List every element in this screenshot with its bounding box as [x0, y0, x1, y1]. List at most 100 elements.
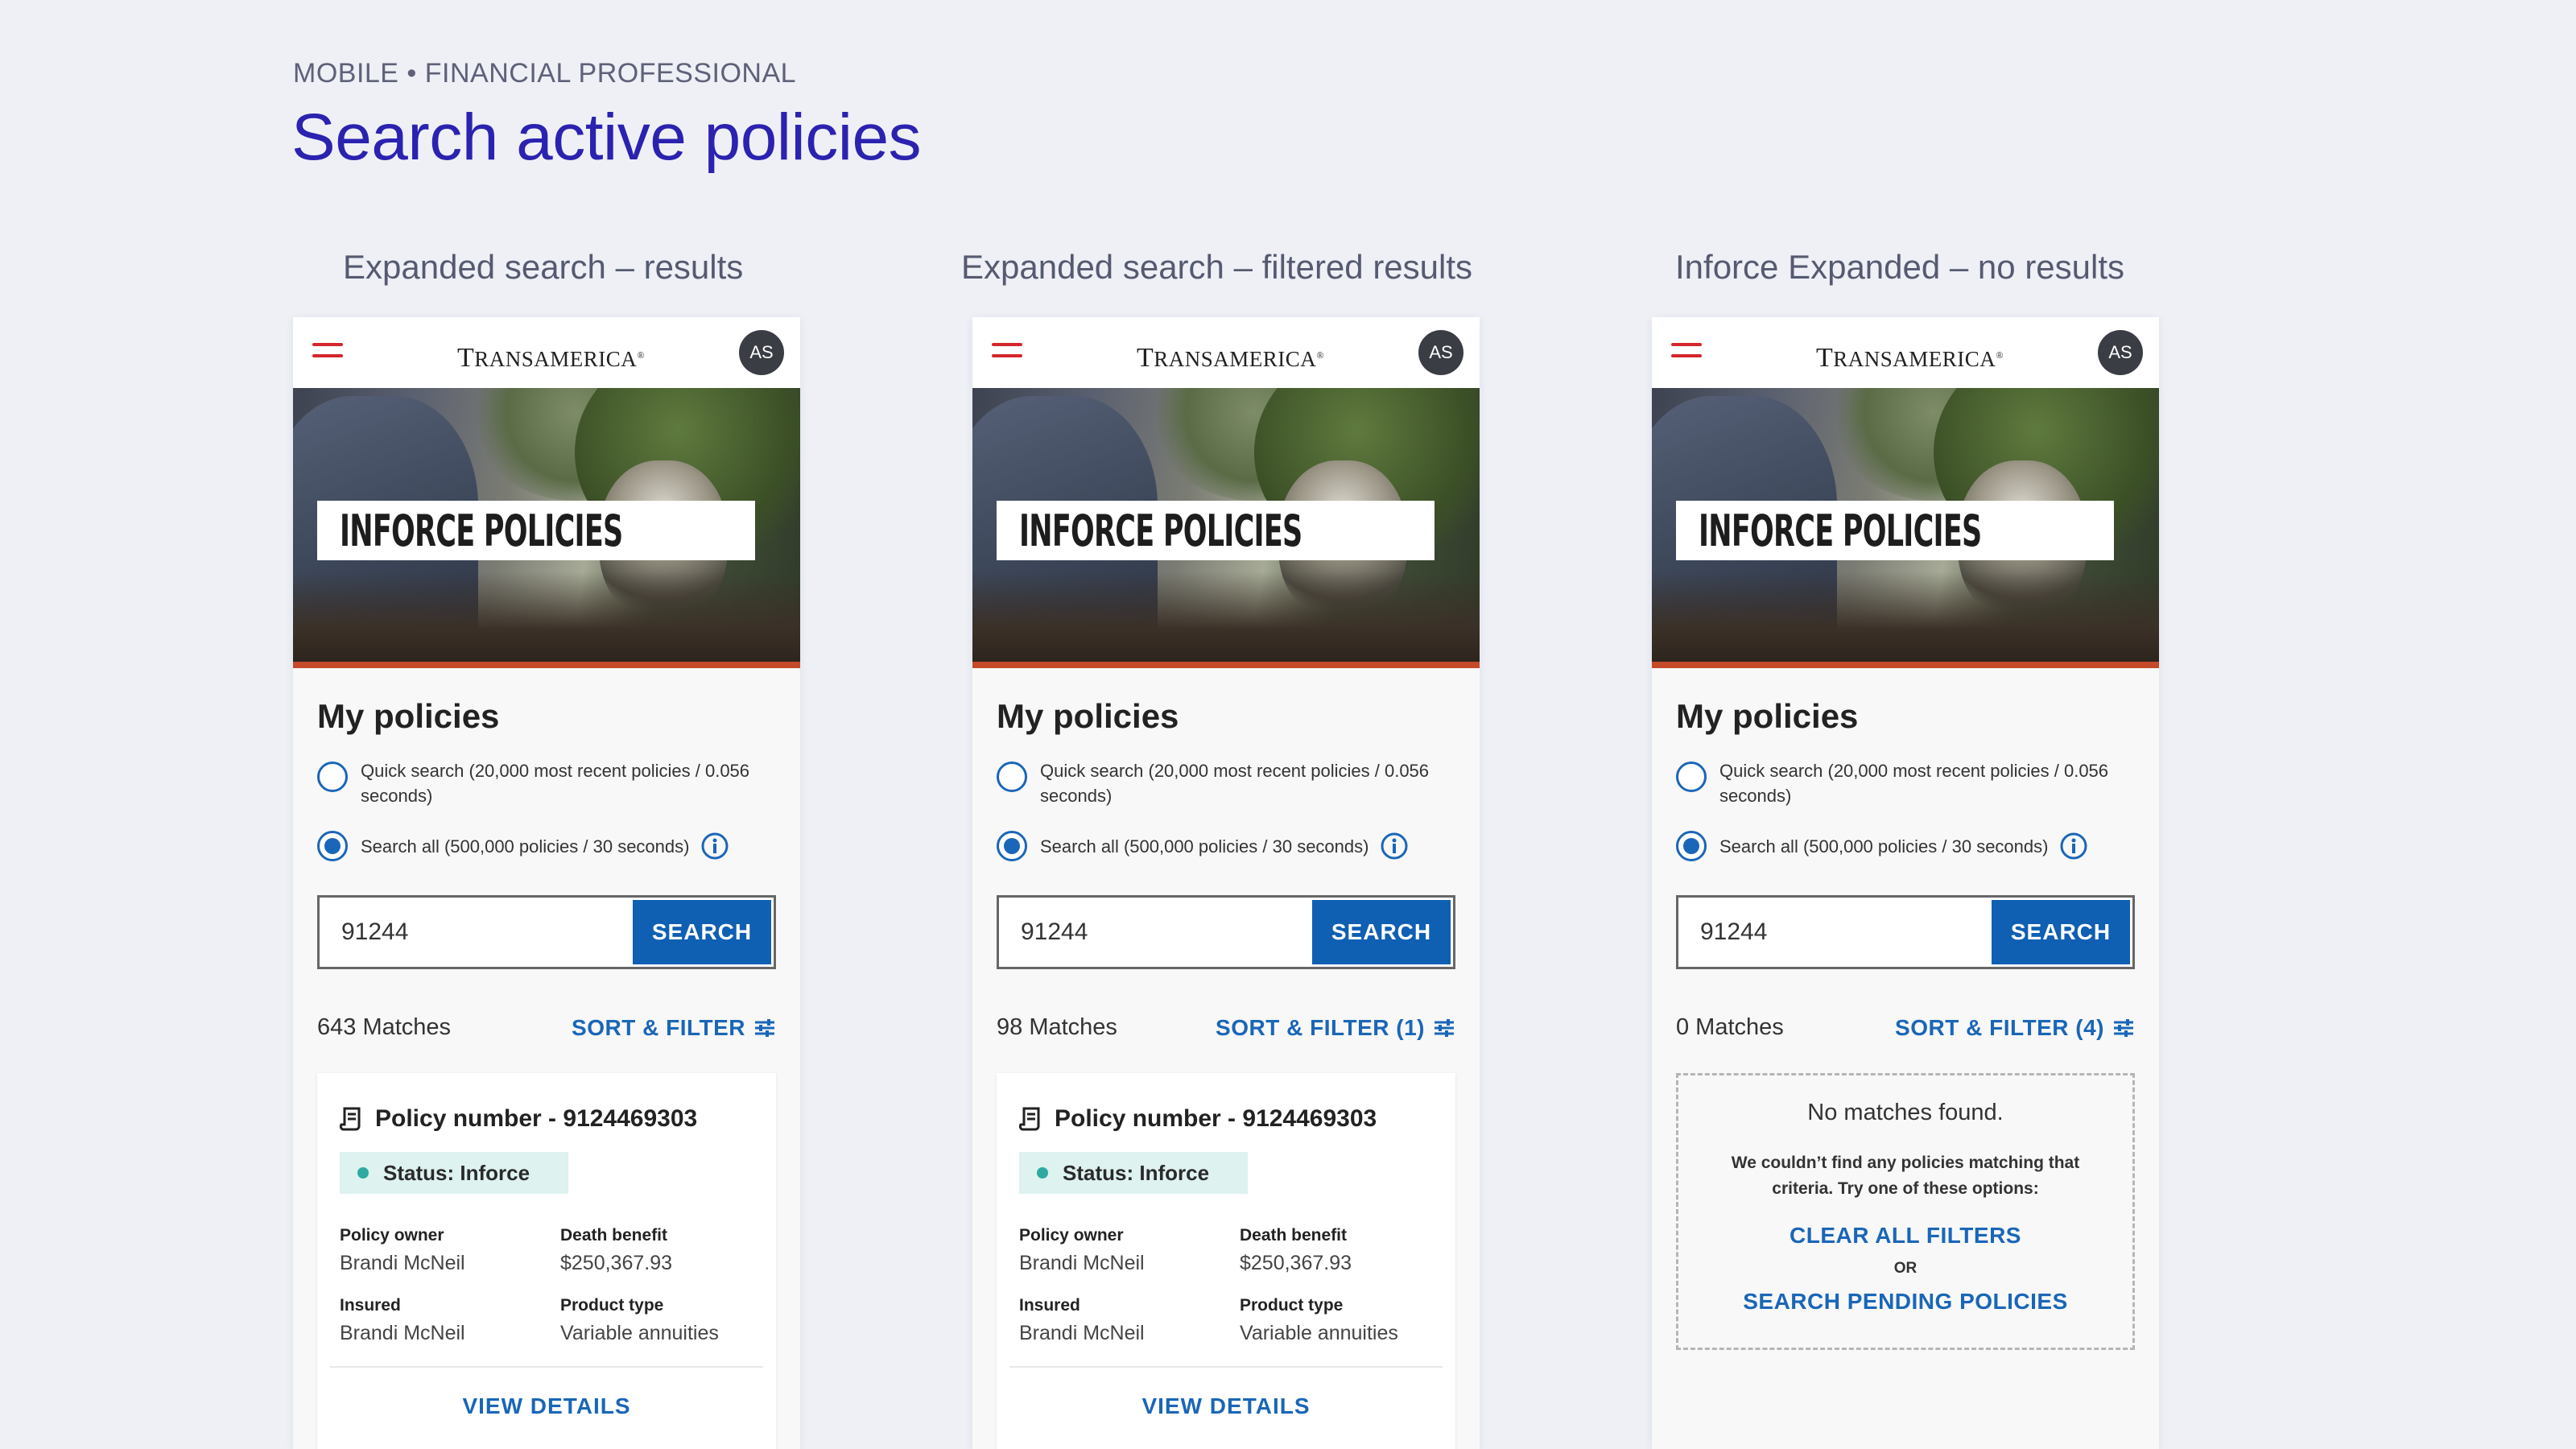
- or-separator: OR: [1893, 1260, 1918, 1277]
- search-field: 91244 SEARCH: [317, 895, 776, 969]
- field-label: Death benefit: [560, 1226, 668, 1245]
- hero-banner: INFORCE POLICIES: [317, 501, 756, 560]
- transamerica-logo[interactable]: TRANSAMERICA®: [1135, 330, 1323, 375]
- product-type-value: Variable annuities: [560, 1322, 719, 1344]
- sliders-icon: [2114, 1018, 2133, 1037]
- search-input[interactable]: 91244: [1681, 900, 1992, 964]
- avatar[interactable]: AS: [2098, 330, 2143, 375]
- field-label: Death benefit: [1240, 1226, 1348, 1245]
- death-benefit-value: $250,367.93: [560, 1252, 673, 1274]
- no-results-panel: No matches found. We couldn’t find any p…: [1676, 1073, 2135, 1350]
- phone-screen-no-results: TRANSAMERICA® AS INFORCE POLICIES My pol…: [1652, 317, 2159, 1449]
- quick-search-label: Quick search (20,000 most recent policie…: [1040, 761, 1430, 806]
- page-eyebrow: MOBILE • FINANCIAL PROFESSIONAL: [293, 58, 797, 89]
- view-details-link[interactable]: VIEW DETAILS: [340, 1368, 753, 1449]
- field-label: Policy owner: [340, 1226, 444, 1245]
- field-label: Product type: [560, 1296, 664, 1315]
- policy-owner-value: Brandi McNeil: [340, 1252, 465, 1274]
- section-title: My policies: [997, 697, 1179, 735]
- search-field: 91244 SEARCH: [997, 895, 1455, 969]
- clear-all-filters-link[interactable]: CLEAR ALL FILTERS: [1790, 1223, 2021, 1249]
- section-title: My policies: [1676, 697, 1859, 735]
- search-button[interactable]: SEARCH: [1992, 900, 2130, 964]
- policy-number: Policy number - 9124469303: [1055, 1105, 1377, 1132]
- document-icon: [340, 1107, 361, 1131]
- quick-search-radio[interactable]: [317, 762, 348, 792]
- info-icon[interactable]: [1380, 832, 1409, 861]
- field-label: Product type: [1240, 1296, 1344, 1315]
- quick-search-label: Quick search (20,000 most recent policie…: [361, 761, 750, 806]
- matches-count: 643 Matches: [317, 1014, 452, 1040]
- info-icon[interactable]: [700, 832, 729, 861]
- field-label: Insured: [1019, 1296, 1080, 1315]
- insured-value: Brandi McNeil: [340, 1322, 465, 1344]
- page-title: Search active policies: [291, 101, 922, 174]
- no-results-title: No matches found.: [1807, 1100, 2004, 1125]
- policy-card: Policy number - 9124469303 Status: Infor…: [997, 1073, 1455, 1449]
- hero-banner: INFORCE POLICIES: [1676, 501, 2115, 560]
- search-input[interactable]: 91244: [322, 900, 633, 964]
- search-field: 91244 SEARCH: [1676, 895, 2135, 969]
- field-label: Policy owner: [1019, 1226, 1124, 1245]
- view-details-link[interactable]: VIEW DETAILS: [1019, 1368, 1433, 1449]
- sort-filter-button[interactable]: SORT & FILTER (4): [1895, 1015, 2135, 1041]
- no-results-message: We couldn’t find any policies matching t…: [1731, 1154, 2080, 1198]
- hamburger-icon[interactable]: [992, 343, 1022, 361]
- search-pending-policies-link[interactable]: SEARCH PENDING POLICIES: [1743, 1289, 2068, 1315]
- avatar[interactable]: AS: [739, 330, 784, 375]
- screen-caption: Expanded search – filtered results: [961, 248, 1473, 286]
- hero-image: INFORCE POLICIES: [972, 388, 1480, 668]
- field-label: Insured: [340, 1296, 401, 1315]
- hero-image: INFORCE POLICIES: [293, 388, 800, 668]
- sort-filter-button[interactable]: SORT & FILTER: [572, 1015, 776, 1041]
- search-all-label: Search all (500,000 policies / 30 second…: [361, 836, 690, 857]
- hero-image: INFORCE POLICIES: [1652, 388, 2159, 668]
- policy-number: Policy number - 9124469303: [375, 1105, 698, 1132]
- quick-search-option[interactable]: Quick search (20,000 most recent policie…: [997, 758, 1455, 808]
- hamburger-icon[interactable]: [312, 343, 343, 361]
- search-all-label: Search all (500,000 policies / 30 second…: [1719, 836, 2049, 857]
- quick-search-label: Quick search (20,000 most recent policie…: [1719, 761, 2109, 806]
- policy-card: Policy number - 9124469303 Status: Infor…: [317, 1073, 776, 1449]
- document-icon: [1019, 1107, 1040, 1131]
- matches-count: 98 Matches: [997, 1014, 1117, 1040]
- info-icon[interactable]: [2059, 832, 2088, 861]
- top-bar: TRANSAMERICA® AS: [972, 317, 1480, 388]
- search-all-radio[interactable]: [997, 831, 1027, 861]
- quick-search-option[interactable]: Quick search (20,000 most recent policie…: [317, 758, 776, 808]
- hamburger-icon[interactable]: [1671, 343, 1702, 361]
- search-all-radio[interactable]: [317, 831, 348, 861]
- search-all-option[interactable]: Search all (500,000 policies / 30 second…: [1676, 831, 2135, 861]
- insured-value: Brandi McNeil: [1019, 1322, 1145, 1344]
- phone-screen-filtered-results: TRANSAMERICA® AS INFORCE POLICIES My pol…: [972, 317, 1480, 1449]
- policy-owner-value: Brandi McNeil: [1019, 1252, 1145, 1274]
- transamerica-logo[interactable]: TRANSAMERICA®: [456, 330, 644, 375]
- matches-count: 0 Matches: [1676, 1014, 1784, 1040]
- search-button[interactable]: SEARCH: [1312, 900, 1451, 964]
- phone-screen-results: TRANSAMERICA® AS INFORCE POLICIES My pol…: [293, 317, 800, 1449]
- status-badge: Status: Inforce: [340, 1152, 569, 1194]
- quick-search-radio[interactable]: [1676, 762, 1707, 792]
- search-all-radio[interactable]: [1676, 831, 1707, 861]
- search-all-option[interactable]: Search all (500,000 policies / 30 second…: [317, 831, 776, 861]
- sliders-icon: [1435, 1018, 1454, 1037]
- search-all-label: Search all (500,000 policies / 30 second…: [1040, 836, 1369, 857]
- status-badge: Status: Inforce: [1019, 1152, 1249, 1194]
- transamerica-logo[interactable]: TRANSAMERICA®: [1814, 330, 2003, 375]
- top-bar: TRANSAMERICA® AS: [293, 317, 800, 388]
- search-all-option[interactable]: Search all (500,000 policies / 30 second…: [997, 831, 1455, 861]
- quick-search-radio[interactable]: [997, 762, 1027, 792]
- sliders-icon: [755, 1018, 774, 1037]
- top-bar: TRANSAMERICA® AS: [1652, 317, 2159, 388]
- death-benefit-value: $250,367.93: [1240, 1252, 1352, 1274]
- screen-caption: Expanded search – results: [343, 248, 744, 286]
- quick-search-option[interactable]: Quick search (20,000 most recent policie…: [1676, 758, 2135, 808]
- screen-caption: Inforce Expanded – no results: [1675, 248, 2125, 286]
- hero-banner: INFORCE POLICIES: [997, 501, 1435, 560]
- section-title: My policies: [317, 697, 500, 735]
- product-type-value: Variable annuities: [1240, 1322, 1398, 1344]
- search-button[interactable]: SEARCH: [633, 900, 771, 964]
- search-input[interactable]: 91244: [1001, 900, 1312, 964]
- sort-filter-button[interactable]: SORT & FILTER (1): [1216, 1015, 1455, 1041]
- avatar[interactable]: AS: [1418, 330, 1463, 375]
